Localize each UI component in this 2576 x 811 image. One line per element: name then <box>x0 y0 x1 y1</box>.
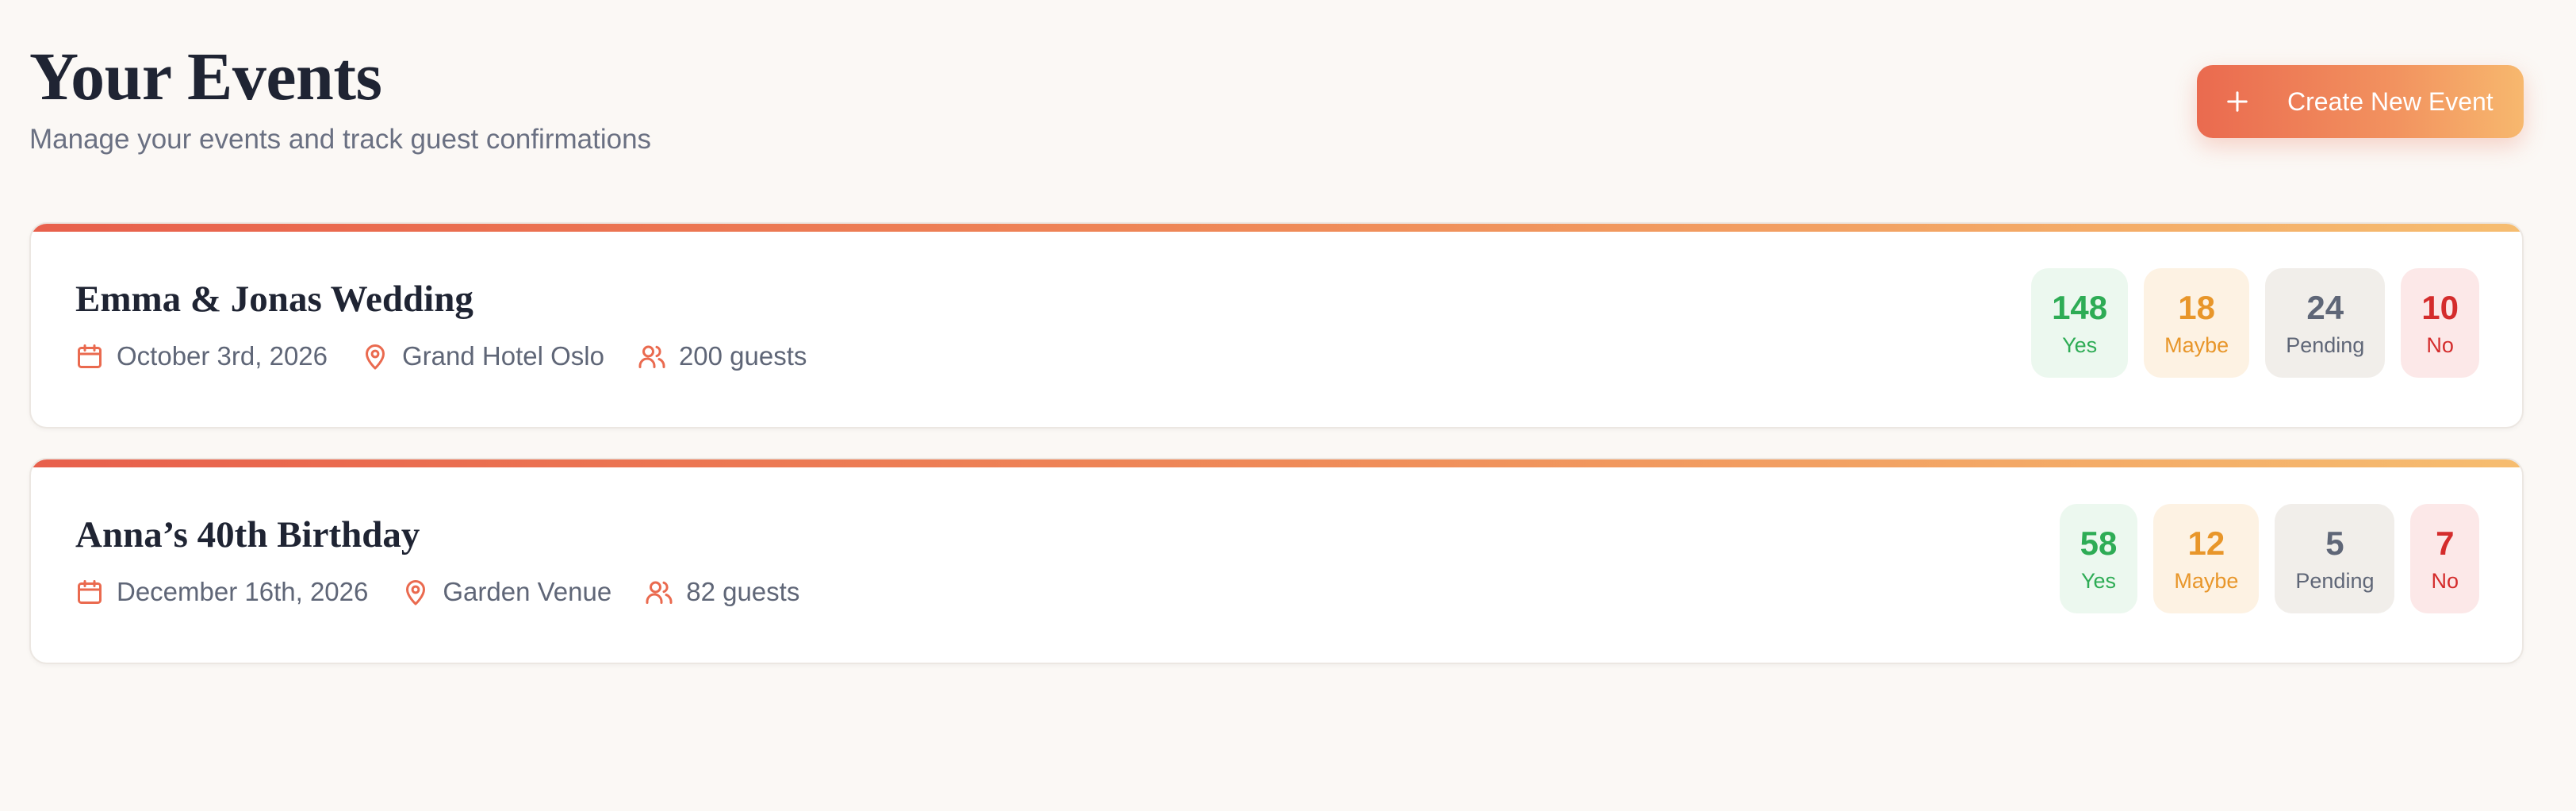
event-meta: December 16th, 2026 Garden Venue 82 gues… <box>75 577 833 607</box>
stat-pending-value: 5 <box>2325 524 2344 562</box>
stat-no: 10 No <box>2401 268 2479 378</box>
map-pin-icon <box>366 344 385 370</box>
stat-yes-label: Yes <box>2062 332 2098 357</box>
event-guests: 82 guests <box>645 577 799 607</box>
event-guests-text: 82 guests <box>686 577 800 606</box>
stat-yes: 148 Yes <box>2031 268 2129 378</box>
rsvp-stats: 148 Yes 18 Maybe 24 Pending 10 No <box>2015 268 2479 378</box>
event-date: October 3rd, 2026 <box>75 341 328 371</box>
event-location: Grand Hotel Oslo <box>361 341 604 371</box>
stat-yes: 58 Yes <box>2059 504 2138 613</box>
plus-icon <box>2227 91 2248 112</box>
map-pin-icon <box>406 580 426 605</box>
page-title: Your Events <box>29 38 382 114</box>
event-title[interactable]: Anna’s 40th Birthday <box>75 513 420 556</box>
stat-no: 7 No <box>2410 504 2479 613</box>
stat-yes-value: 148 <box>2052 288 2108 326</box>
create-new-event-label: Create New Event <box>2287 86 2494 116</box>
event-location-text: Grand Hotel Oslo <box>402 341 604 371</box>
event-title[interactable]: Emma & Jonas Wedding <box>75 278 473 321</box>
card-accent-bar <box>31 459 2522 467</box>
stat-maybe-value: 18 <box>2178 288 2216 326</box>
stat-no-value: 7 <box>2436 524 2455 562</box>
stat-yes-label: Yes <box>2080 568 2116 593</box>
event-guests: 200 guests <box>638 341 807 371</box>
stat-no-value: 10 <box>2421 288 2459 326</box>
users-icon <box>646 581 673 604</box>
stat-pending-label: Pending <box>2286 332 2365 357</box>
calendar-icon <box>78 580 102 604</box>
page-header: Your Events Manage your events and track… <box>29 38 651 156</box>
stat-pending: 5 Pending <box>2275 504 2395 613</box>
event-location-text: Garden Venue <box>443 577 612 606</box>
event-date: December 16th, 2026 <box>75 577 368 607</box>
stat-maybe: 12 Maybe <box>2153 504 2260 613</box>
event-card[interactable]: Emma & Jonas Wedding October 3rd, 2026 G… <box>29 222 2524 429</box>
stat-yes-value: 58 <box>2080 524 2118 562</box>
event-location: Garden Venue <box>401 577 611 607</box>
rsvp-stats: 58 Yes 12 Maybe 5 Pending 7 No <box>2044 504 2479 613</box>
event-date-text: October 3rd, 2026 <box>117 341 328 371</box>
users-icon <box>638 345 665 368</box>
event-meta: October 3rd, 2026 Grand Hotel Oslo 200 g… <box>75 341 840 371</box>
event-card[interactable]: Anna’s 40th Birthday December 16th, 2026… <box>29 458 2524 664</box>
stat-maybe-label: Maybe <box>2164 332 2229 357</box>
stat-pending: 24 Pending <box>2265 268 2386 378</box>
stat-pending-value: 24 <box>2306 288 2344 326</box>
event-date-text: December 16th, 2026 <box>117 577 369 606</box>
card-accent-bar <box>31 224 2522 232</box>
stat-maybe-label: Maybe <box>2174 568 2239 593</box>
create-new-event-button[interactable]: Create New Event <box>2197 65 2524 138</box>
stat-maybe-value: 12 <box>2187 524 2225 562</box>
stat-no-label: No <box>2426 332 2454 357</box>
stat-no-label: No <box>2431 568 2459 593</box>
page-subtitle: Manage your events and track guest confi… <box>29 124 652 155</box>
stat-pending-label: Pending <box>2295 568 2375 593</box>
event-guests-text: 200 guests <box>678 341 807 371</box>
stat-maybe: 18 Maybe <box>2144 268 2250 378</box>
calendar-icon <box>78 344 102 368</box>
